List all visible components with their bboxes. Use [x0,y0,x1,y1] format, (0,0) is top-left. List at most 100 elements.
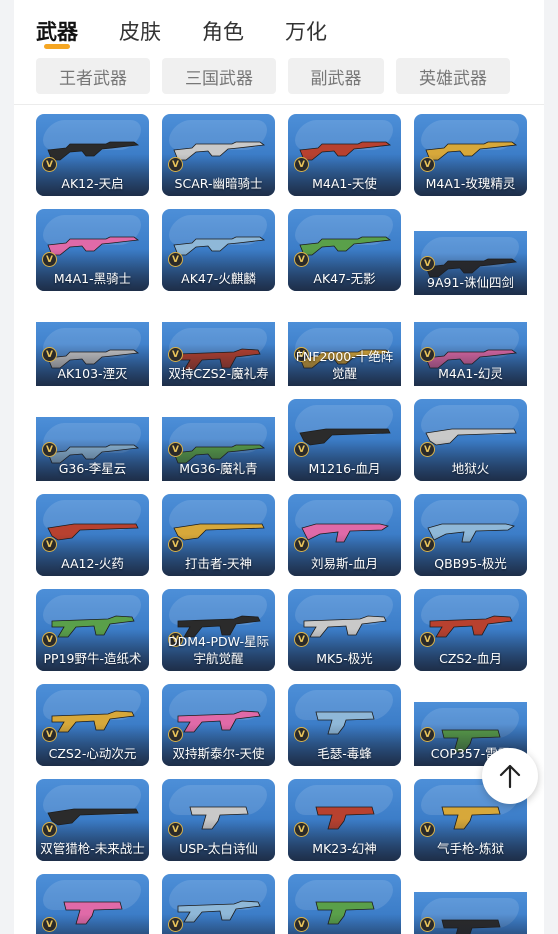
vip-badge-icon: V [294,537,309,552]
weapon-name: MG36-魔礼青 [179,461,258,476]
vip-badge-icon: V [168,917,183,932]
vip-badge-icon: V [420,537,435,552]
weapon-card[interactable]: VQSZ92-冰魂 [288,874,401,934]
weapon-card[interactable]: V MK23-幻神 [288,779,401,861]
weapon-card[interactable]: V M4A1-幻灵 [414,322,527,386]
subtab-secondary-weapons[interactable]: 副武器 [288,58,384,94]
vip-badge-icon: V [168,727,183,742]
weapon-name: DDM4-PDW-星际宇航觉醒 [167,634,270,666]
weapon-card[interactable]: V 9A91-诛仙四剑 [414,231,527,295]
vip-badge-icon: V [42,727,57,742]
weapon-card[interactable]: V CZS2-心动次元 [36,684,149,766]
weapon-card[interactable]: V CZS2-血月 [414,589,527,671]
weapon-card[interactable]: V AK47-无影 [288,209,401,291]
weapon-card[interactable]: V M4A1-玫瑰精灵 [414,114,527,196]
subtab-three-kingdoms-weapons[interactable]: 三国武器 [162,58,276,94]
weapon-card[interactable]: V 双持斯泰尔-天使 [162,684,275,766]
weapon-name: AK12-天启 [61,176,124,191]
vip-badge-icon: V [420,347,435,362]
weapon-card[interactable]: V 打击者-天神 [162,494,275,576]
vip-badge-icon: V [294,727,309,742]
vip-badge-icon: V [42,347,57,362]
vip-badge-icon: V [420,917,435,932]
weapon-card[interactable]: V 毛瑟-毒蜂 [288,684,401,766]
weapon-card[interactable]: V MG36-魔礼青 [162,417,275,481]
vip-badge-icon: V [294,252,309,267]
vip-badge-icon: V [168,347,183,362]
weapon-name: 双管猎枪-未来战士 [40,841,145,856]
weapon-name: 9A91-诛仙四剑 [427,275,514,290]
weapon-name: M1216-血月 [308,461,381,476]
weapon-name: 刘易斯-血月 [310,556,378,571]
weapon-name: M4A1-黑骑士 [53,271,132,286]
vip-badge-icon: V [420,157,435,172]
weapon-card[interactable]: V M4A1-黑骑士 [36,209,149,291]
weapon-card[interactable]: V 刘易斯-血月 [288,494,401,576]
vip-badge-icon: V [42,537,57,552]
weapon-card[interactable]: V M1216-血月 [288,399,401,481]
arrow-up-icon [499,764,521,789]
weapon-card[interactable]: V PP19野牛-造纸术 [36,589,149,671]
tab-weapons[interactable]: 武器 [36,16,78,46]
tab-characters[interactable]: 角色 [202,16,244,46]
weapon-card[interactable]: V AK103-湮灭 [36,322,149,386]
weapon-name: 地狱火 [451,461,490,476]
weapon-name: PP19野牛-造纸术 [43,651,142,666]
weapon-panel: 武器 皮肤 角色 万化 王者武器 三国武器 副武器 英雄武器 V AK12-天启 V… [14,0,544,934]
vip-badge-icon: V [420,632,435,647]
vip-badge-icon: V [42,822,57,837]
vip-badge-icon: V [420,727,435,742]
vip-badge-icon: V [42,252,57,267]
weapon-card[interactable]: V DDM4-PDW-星际宇航觉醒 [162,589,275,671]
weapon-grid: V AK12-天启 V SCAR-幽暗骑士 V M4A1-天使 V M4A1-玫瑰精灵 V M4A… [14,105,544,934]
vip-badge-icon: V [420,256,435,271]
weapon-name: FNF2000-十绝阵觉醒 [295,349,394,381]
tab-skins[interactable]: 皮肤 [119,16,161,46]
subtab-king-weapons[interactable]: 王者武器 [36,58,150,94]
weapon-card[interactable]: V 双管猎枪-未来战士 [36,779,149,861]
weapon-name: AA12-火药 [61,556,124,571]
subtab-hero-weapons[interactable]: 英雄武器 [396,58,510,94]
weapon-name: 毛瑟-毒蜂 [317,746,372,761]
vip-badge-icon: V [168,442,183,457]
weapon-card[interactable]: V AA12-火药 [36,494,149,576]
weapon-card[interactable]: V MK5-极光 [288,589,401,671]
vip-badge-icon: V [42,157,57,172]
weapon-name: MK23-幻神 [312,841,377,856]
vip-badge-icon: V [168,537,183,552]
weapon-card[interactable]: V 双持CZS2-魔礼寿 [162,322,275,386]
weapon-name: 双持CZS2-魔礼寿 [168,366,269,381]
weapon-card[interactable]: V [414,892,527,934]
weapon-name: USP-太白诗仙 [179,841,258,856]
vip-badge-icon: V [42,632,57,647]
weapon-card[interactable]: V USP-太白诗仙 [162,779,275,861]
weapon-card[interactable]: V [36,874,149,934]
category-tabs: 武器 皮肤 角色 万化 [14,0,544,56]
weapon-name: M4A1-玫瑰精灵 [425,176,516,191]
vip-badge-icon: V [420,442,435,457]
vip-badge-icon: V [420,822,435,837]
weapon-card[interactable]: V SCAR-幽暗骑士 [162,114,275,196]
weapon-card[interactable]: V M4A1-天使 [288,114,401,196]
scroll-to-top-button[interactable] [482,748,538,804]
tab-wanhua[interactable]: 万化 [285,16,327,46]
weapon-name: AK47-火麒麟 [181,271,256,286]
vip-badge-icon: V [168,822,183,837]
weapon-card[interactable]: V AK12-天启 [36,114,149,196]
vip-badge-icon: V [168,252,183,267]
vip-badge-icon: V [294,632,309,647]
weapon-card[interactable]: V G36-李星云 [36,417,149,481]
weapon-name: MK5-极光 [316,651,373,666]
weapon-subcategory-tabs: 王者武器 三国武器 副武器 英雄武器 [14,58,544,98]
weapon-card[interactable]: V QBB95-极光 [414,494,527,576]
weapon-card[interactable]: VMAC-10-柔 [162,874,275,934]
vip-badge-icon: V [294,442,309,457]
weapon-name: QBB95-极光 [434,556,507,571]
weapon-name: M4A1-幻灵 [438,366,503,381]
weapon-card[interactable]: V FNF2000-十绝阵觉醒 [288,322,401,386]
vip-badge-icon: V [294,917,309,932]
weapon-card[interactable]: V 地狱火 [414,399,527,481]
weapon-card[interactable]: V AK47-火麒麟 [162,209,275,291]
weapon-name: 气手枪-炼狱 [436,841,504,856]
weapon-name: G36-李星云 [58,461,127,476]
